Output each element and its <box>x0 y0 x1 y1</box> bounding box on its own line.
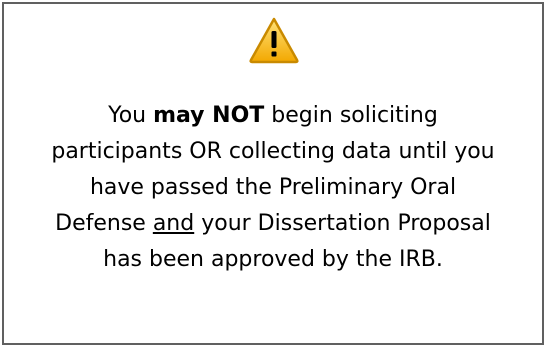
notice-text: You <box>108 103 154 128</box>
notice-text: Defense <box>55 211 153 236</box>
notice-line-5: has been approved by the IRB. <box>103 247 443 272</box>
notice-line-3: have passed the Preliminary Oral <box>89 175 457 200</box>
emphasis-text: may NOT <box>153 103 265 128</box>
underlined-text: and <box>152 211 195 236</box>
notice-line-1: You may NOT begin soliciting <box>14 98 532 134</box>
notice-text: begin soliciting <box>264 103 438 128</box>
notice-line-4: Defense and your Dissertation Proposal <box>14 206 532 242</box>
notice-text: your Dissertation Proposal <box>194 211 491 236</box>
notice-line-2: participants OR collecting data until yo… <box>51 139 495 164</box>
notice-box: You may NOT begin soliciting participant… <box>2 2 544 345</box>
notice-message: You may NOT begin soliciting participant… <box>14 98 532 278</box>
warning-icon <box>249 17 299 64</box>
